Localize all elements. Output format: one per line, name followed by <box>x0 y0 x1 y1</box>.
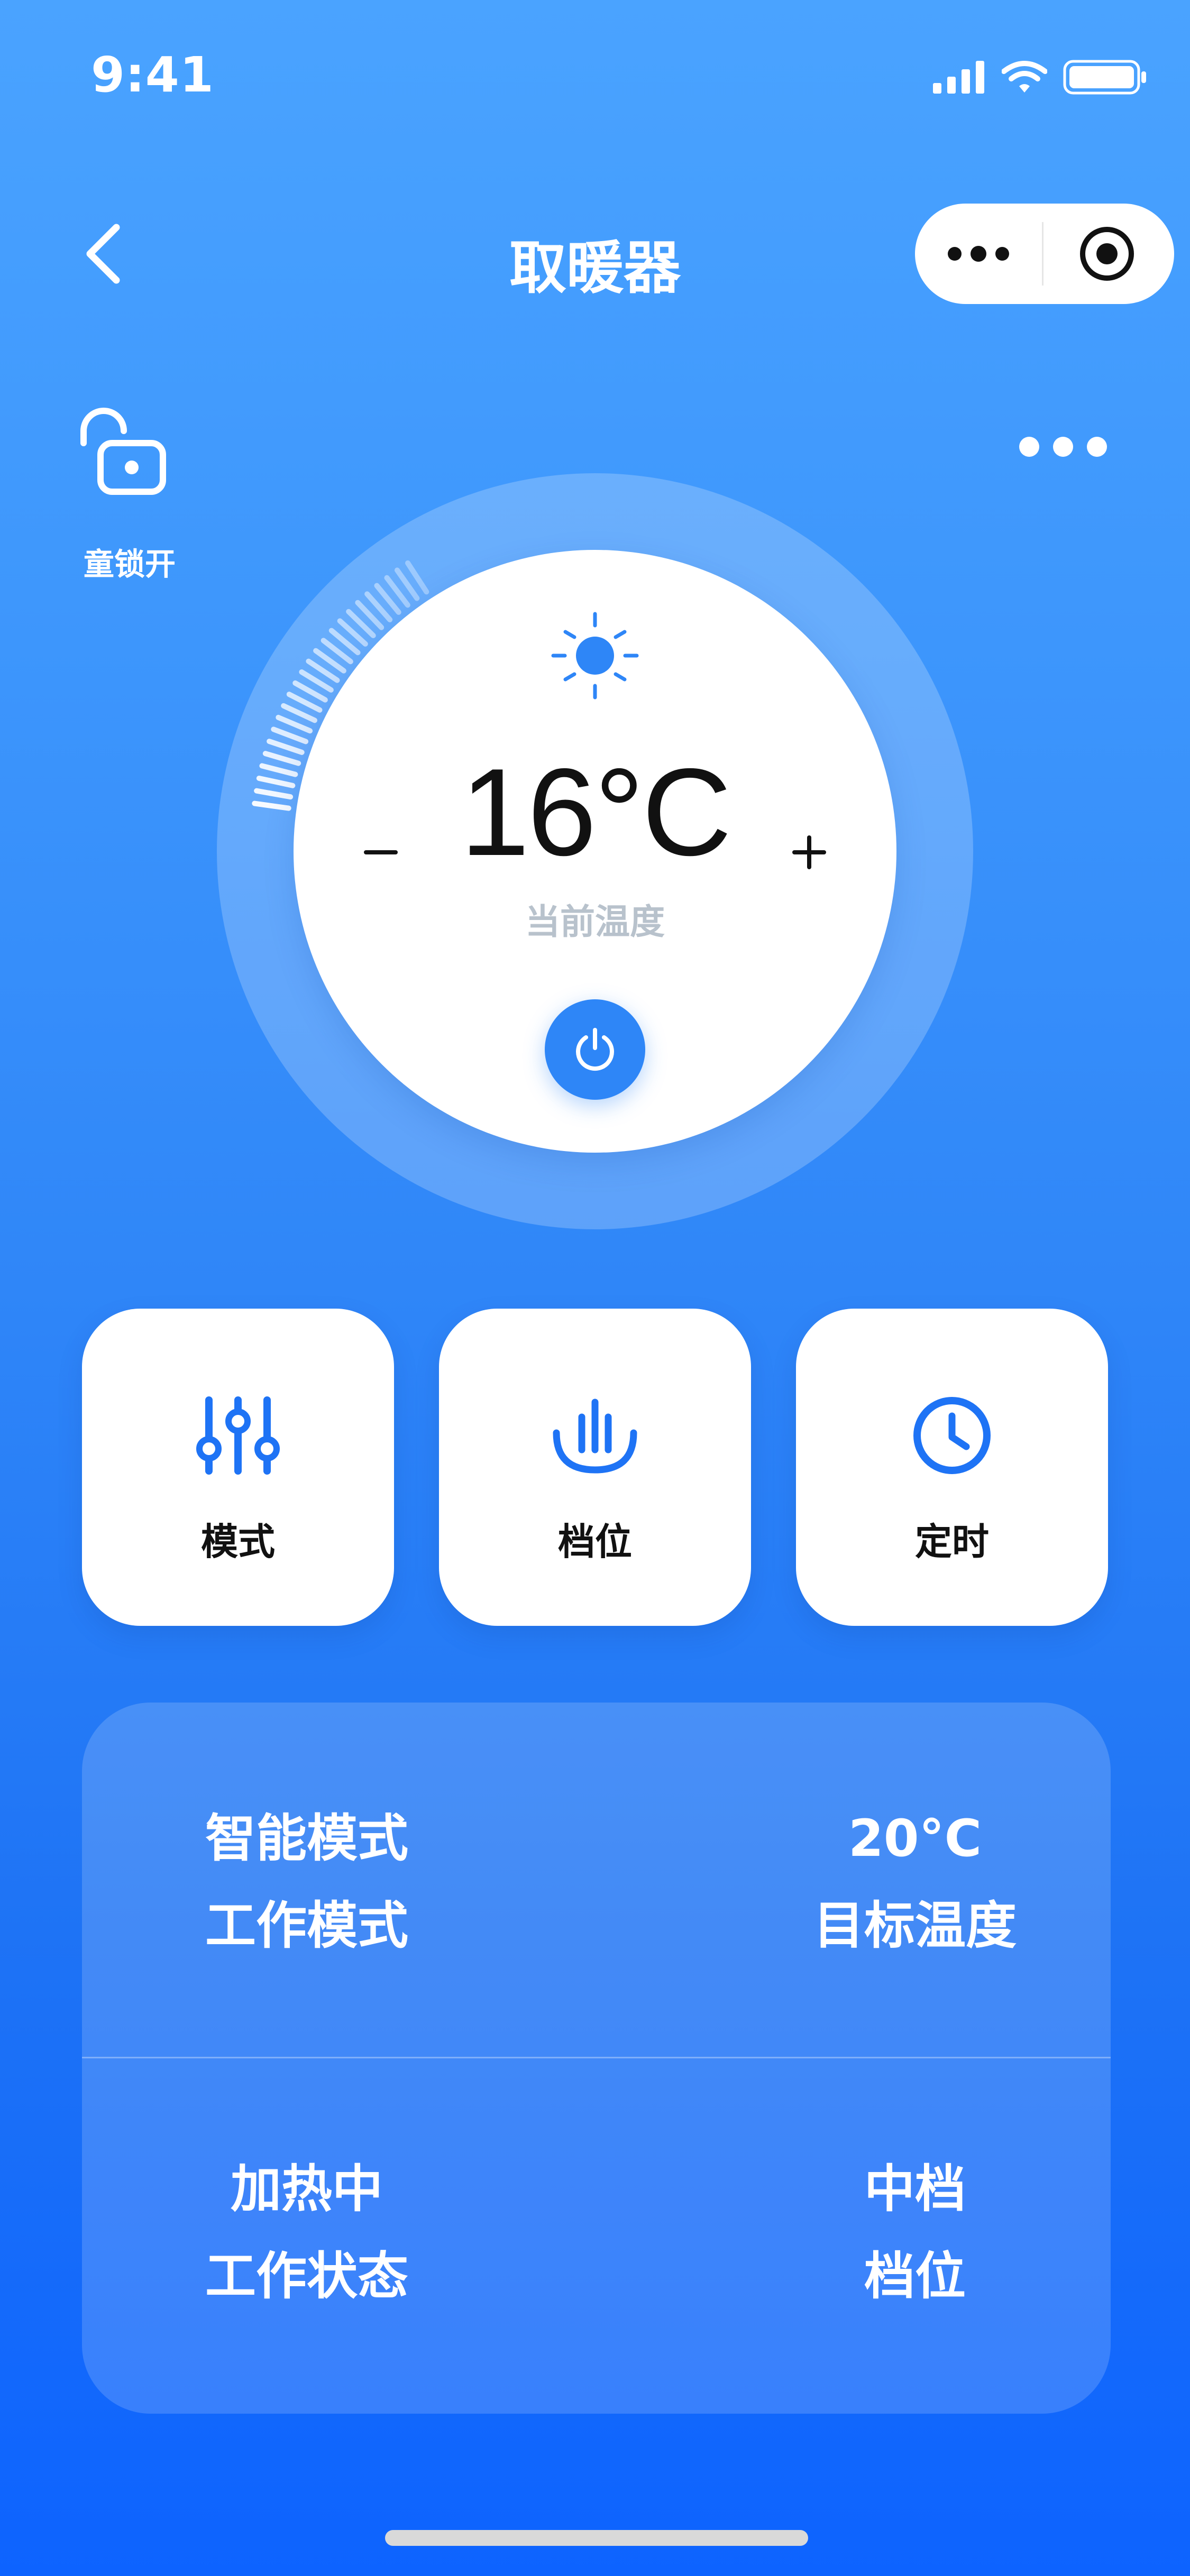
dial-tick <box>259 763 298 777</box>
hand-gear-icon <box>553 1399 637 1474</box>
current-temperature: 16°C <box>460 742 731 881</box>
current-temperature-label: 当前温度 <box>525 901 665 942</box>
child-lock-label: 童锁开 <box>83 546 176 582</box>
screen: 9:41 取暖器 童锁开 16°C 当前温度 模式 档位 定时 智能模式 工作模… <box>0 0 1190 2576</box>
status-icons <box>933 58 1148 96</box>
gear-info: 中档 档位 <box>783 2146 1047 2320</box>
dial-tick <box>256 775 296 788</box>
clock-icon <box>913 1397 991 1474</box>
power-button[interactable] <box>545 999 645 1100</box>
increase-temperature-button[interactable] <box>783 825 836 878</box>
target-temperature-info: 20°C 目标温度 <box>783 1795 1047 1970</box>
mini-program-capsule <box>915 204 1174 304</box>
dot <box>1087 437 1107 457</box>
decrease-temperature-button[interactable] <box>354 825 407 878</box>
battery-icon <box>1063 60 1146 95</box>
dial-tick <box>271 726 309 744</box>
dial-tick <box>254 788 294 800</box>
dot <box>1019 437 1039 457</box>
more-dots-icon <box>948 246 1009 262</box>
capsule-more-button[interactable] <box>915 204 1042 304</box>
info-divider <box>82 2057 1111 2058</box>
work-mode-label: 工作模式 <box>205 1896 408 1955</box>
work-status-value: 加热中 <box>231 2159 383 2219</box>
gear-label: 档位 <box>558 1520 632 1563</box>
more-options-button[interactable] <box>1015 428 1111 465</box>
work-status-info: 加热中 工作状态 <box>175 2146 439 2320</box>
gear-card[interactable]: 档位 <box>439 1309 751 1626</box>
power-icon <box>576 1028 614 1071</box>
gear-info-label: 档位 <box>864 2247 966 2306</box>
capsule-close-button[interactable] <box>1043 204 1170 304</box>
dot <box>1053 437 1073 457</box>
timer-card[interactable]: 定时 <box>796 1309 1108 1626</box>
target-temperature-label: 目标温度 <box>813 1896 1017 1955</box>
dial-tick <box>262 751 301 766</box>
dial-tick <box>276 714 313 734</box>
target-icon <box>1080 227 1134 281</box>
timer-label: 定时 <box>915 1520 989 1563</box>
mode-card[interactable]: 模式 <box>82 1309 394 1626</box>
dial-tick <box>267 739 305 755</box>
signal-icon <box>933 61 984 94</box>
sliders-icon <box>196 1396 280 1475</box>
status-time: 9:41 <box>91 47 214 103</box>
work-mode-value: 智能模式 <box>205 1809 408 1868</box>
mode-label: 模式 <box>201 1520 275 1563</box>
unlock-icon[interactable] <box>74 402 169 497</box>
target-temperature-value: 20°C <box>848 1809 982 1868</box>
dial-tick <box>252 801 291 811</box>
gear-value: 中档 <box>864 2159 966 2219</box>
wifi-icon <box>1002 61 1047 93</box>
work-mode-info: 智能模式 工作模式 <box>175 1795 439 1970</box>
home-indicator <box>385 2530 808 2546</box>
sun-icon <box>551 612 639 700</box>
work-status-label: 工作状态 <box>205 2247 408 2306</box>
